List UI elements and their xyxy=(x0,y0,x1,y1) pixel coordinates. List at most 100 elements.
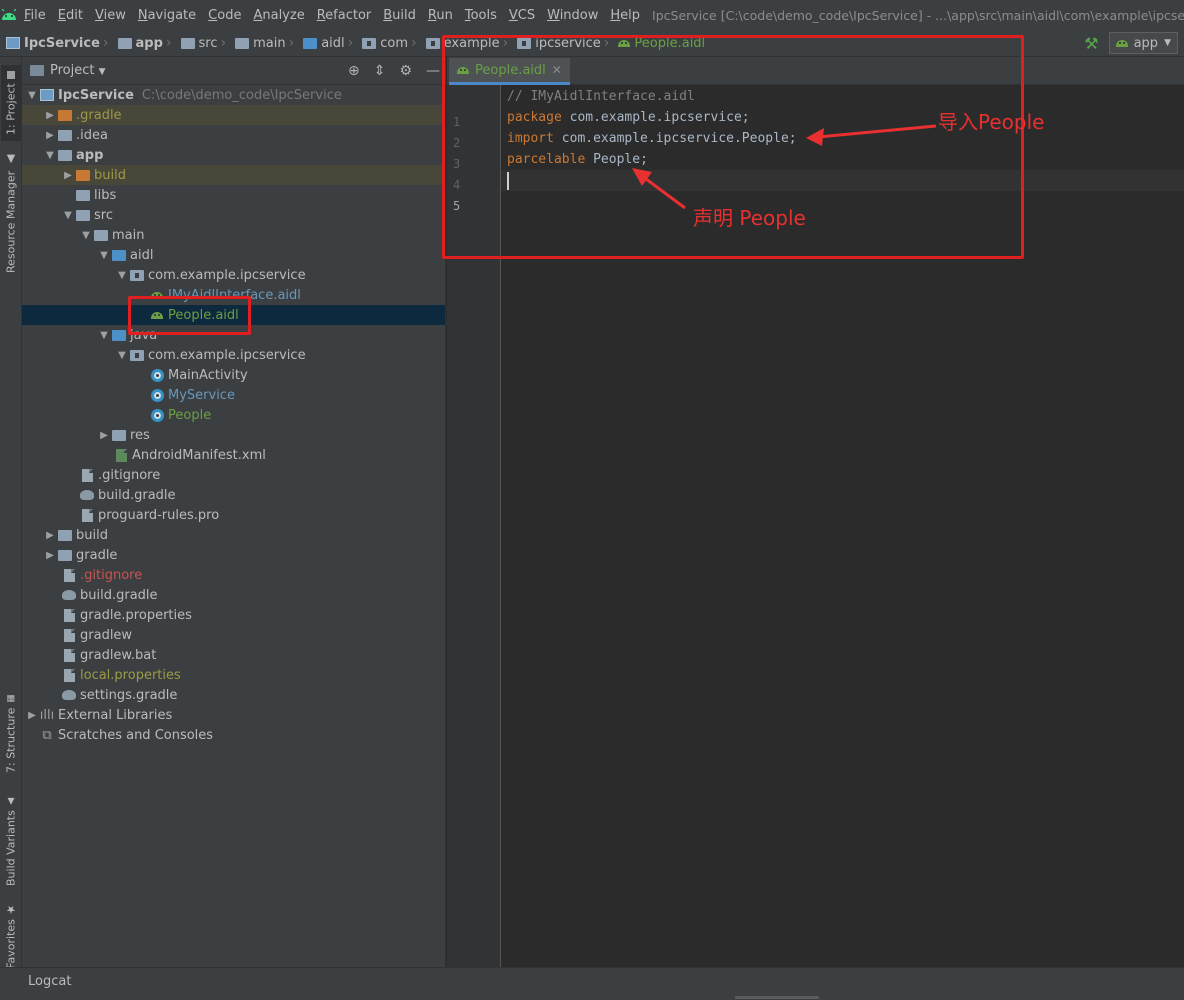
tree-item-myservice[interactable]: MyService xyxy=(22,385,445,405)
run-config-label: app xyxy=(1133,35,1159,51)
breadcrumb-item-main[interactable]: main › xyxy=(229,35,297,51)
collapsed-arrow-icon: ▶ xyxy=(100,429,108,441)
tree-item-src[interactable]: ▼ src xyxy=(22,205,445,225)
tree-item-local-properties[interactable]: local.properties xyxy=(22,665,445,685)
tree-item-gradle[interactable]: ▶ gradle xyxy=(22,545,445,565)
tree-item-mainactivity[interactable]: MainActivity xyxy=(22,365,445,385)
class-icon xyxy=(150,408,164,422)
tree-item-app-build-gradle[interactable]: build.gradle xyxy=(22,485,445,505)
tab-build-variants[interactable]: Build Variants ▲ xyxy=(1,793,21,889)
tab-project[interactable]: 1: Project xyxy=(1,65,21,141)
menu-refactor[interactable]: Refactor xyxy=(311,8,378,23)
scratches-icon: ⧉ xyxy=(42,727,52,743)
breadcrumb-item-src[interactable]: src › xyxy=(175,35,230,51)
project-view-select[interactable]: Project ▼ xyxy=(50,63,106,78)
package-icon xyxy=(130,349,144,361)
menu-bar: File Edit View Navigate Code Analyze Ref… xyxy=(0,0,1184,30)
tree-item-app-gitignore[interactable]: .gitignore xyxy=(22,465,445,485)
hammer-build-icon[interactable]: ⚒ xyxy=(1084,34,1098,53)
tree-item-libs[interactable]: libs xyxy=(22,185,445,205)
menu-file[interactable]: File xyxy=(18,8,52,23)
folder-icon xyxy=(235,37,250,49)
locate-icon[interactable]: ⊕ xyxy=(348,63,360,79)
breadcrumb-item-aidl[interactable]: aidl › xyxy=(297,35,356,51)
tab-logcat[interactable]: Logcat xyxy=(28,974,71,989)
menu-run[interactable]: Run xyxy=(422,8,459,23)
chevron-down-icon: ▼ xyxy=(1164,38,1171,48)
menu-analyze[interactable]: Analyze xyxy=(247,8,310,23)
file-icon xyxy=(81,468,93,482)
source-folder-icon xyxy=(112,329,126,341)
tree-item-label: gradle.properties xyxy=(80,607,192,623)
menu-navigate[interactable]: Navigate xyxy=(132,8,202,23)
tree-item-res[interactable]: ▶ res xyxy=(22,425,445,445)
expanded-arrow-icon: ▼ xyxy=(118,269,126,281)
file-icon xyxy=(81,508,93,522)
tree-item-gradle-dir[interactable]: ▶ .gradle xyxy=(22,105,445,125)
tree-item-label: .gradle xyxy=(76,107,122,123)
tree-item-java-package[interactable]: ▼ com.example.ipcservice xyxy=(22,345,445,365)
tree-item-aidl-package[interactable]: ▼ com.example.ipcservice xyxy=(22,265,445,285)
properties-file-icon xyxy=(63,608,75,622)
collapsed-arrow-icon: ▶ xyxy=(28,709,36,721)
gear-icon[interactable]: ⚙ xyxy=(399,63,412,79)
run-config-select[interactable]: app ▼ xyxy=(1108,32,1178,54)
annotation-import-note: 导入People xyxy=(938,110,1045,134)
tree-item-main[interactable]: ▼ main xyxy=(22,225,445,245)
tree-item-proguard[interactable]: proguard-rules.pro xyxy=(22,505,445,525)
tree-item-gradle-properties[interactable]: gradle.properties xyxy=(22,605,445,625)
tree-item-app[interactable]: ▼ app xyxy=(22,145,445,165)
project-path: C:\code\demo_code\IpcService xyxy=(141,87,342,103)
chevron-down-icon: ▼ xyxy=(98,67,106,77)
tab-structure[interactable]: 7: Structure ▦ xyxy=(1,689,21,777)
tree-item-gradlew-bat[interactable]: gradlew.bat xyxy=(22,645,445,665)
tree-item-label: External Libraries xyxy=(58,707,173,723)
tab-resource-manager[interactable]: Resource Manager ▲ xyxy=(1,153,21,273)
minimize-icon[interactable]: — xyxy=(426,63,440,79)
tree-item-build-dir[interactable]: ▶ build xyxy=(22,165,445,185)
android-icon: ▲ xyxy=(6,796,16,807)
tree-item-label: aidl xyxy=(130,247,154,263)
tree-item-scratches[interactable]: ⧉ Scratches and Consoles xyxy=(22,725,445,745)
class-icon xyxy=(150,368,164,382)
gradle-icon xyxy=(62,590,76,600)
tree-item-gradlew[interactable]: gradlew xyxy=(22,625,445,645)
menu-edit[interactable]: Edit xyxy=(52,8,89,23)
tree-item-label: main xyxy=(112,227,145,243)
tree-item-root-build[interactable]: ▶ build xyxy=(22,525,445,545)
resource-folder-icon xyxy=(112,429,126,441)
tree-item-root[interactable]: ▼ IpcService C:\code\demo_code\IpcService xyxy=(22,85,445,105)
tree-item-settings-gradle[interactable]: settings.gradle xyxy=(22,685,445,705)
horizontal-scrollbar[interactable] xyxy=(735,996,819,999)
left-tool-window-strip: 1: Project Resource Manager ▲ 7: Structur… xyxy=(0,57,22,983)
tree-item-external-libraries[interactable]: ▶ ıllı External Libraries xyxy=(22,705,445,725)
collapsed-arrow-icon: ▶ xyxy=(64,169,72,181)
menu-build[interactable]: Build xyxy=(377,8,422,23)
breadcrumb-item-app[interactable]: app › xyxy=(112,35,175,51)
tree-item-root-gitignore[interactable]: .gitignore xyxy=(22,565,445,585)
tree-item-label: AndroidManifest.xml xyxy=(132,447,266,463)
breadcrumb-item-project[interactable]: IpcService › xyxy=(0,35,112,51)
tree-item-manifest[interactable]: AndroidManifest.xml xyxy=(22,445,445,465)
android-studio-logo-icon xyxy=(0,9,18,21)
folder-icon xyxy=(76,189,90,201)
menu-tools[interactable]: Tools xyxy=(459,8,503,23)
menu-help[interactable]: Help xyxy=(604,8,646,23)
tree-item-idea[interactable]: ▶ .idea xyxy=(22,125,445,145)
tree-item-people-class[interactable]: People xyxy=(22,405,445,425)
window-title: IpcService [C:\code\demo_code\IpcService… xyxy=(652,7,1184,23)
collapse-all-icon[interactable]: ⇕ xyxy=(374,63,386,79)
expanded-arrow-icon: ▼ xyxy=(28,89,36,101)
script-file-icon xyxy=(63,628,75,642)
menu-code[interactable]: Code xyxy=(202,8,247,23)
menu-view[interactable]: View xyxy=(89,8,132,23)
package-icon xyxy=(130,269,144,281)
structure-icon: ▦ xyxy=(6,693,16,704)
module-folder-icon xyxy=(58,149,72,161)
breadcrumb-item-com[interactable]: com › xyxy=(356,35,419,51)
tree-item-root-build-gradle[interactable]: build.gradle xyxy=(22,585,445,605)
menu-window[interactable]: Window xyxy=(541,8,604,23)
tree-item-aidl[interactable]: ▼ aidl xyxy=(22,245,445,265)
folder-icon xyxy=(94,229,108,241)
menu-vcs[interactable]: VCS xyxy=(503,8,541,23)
